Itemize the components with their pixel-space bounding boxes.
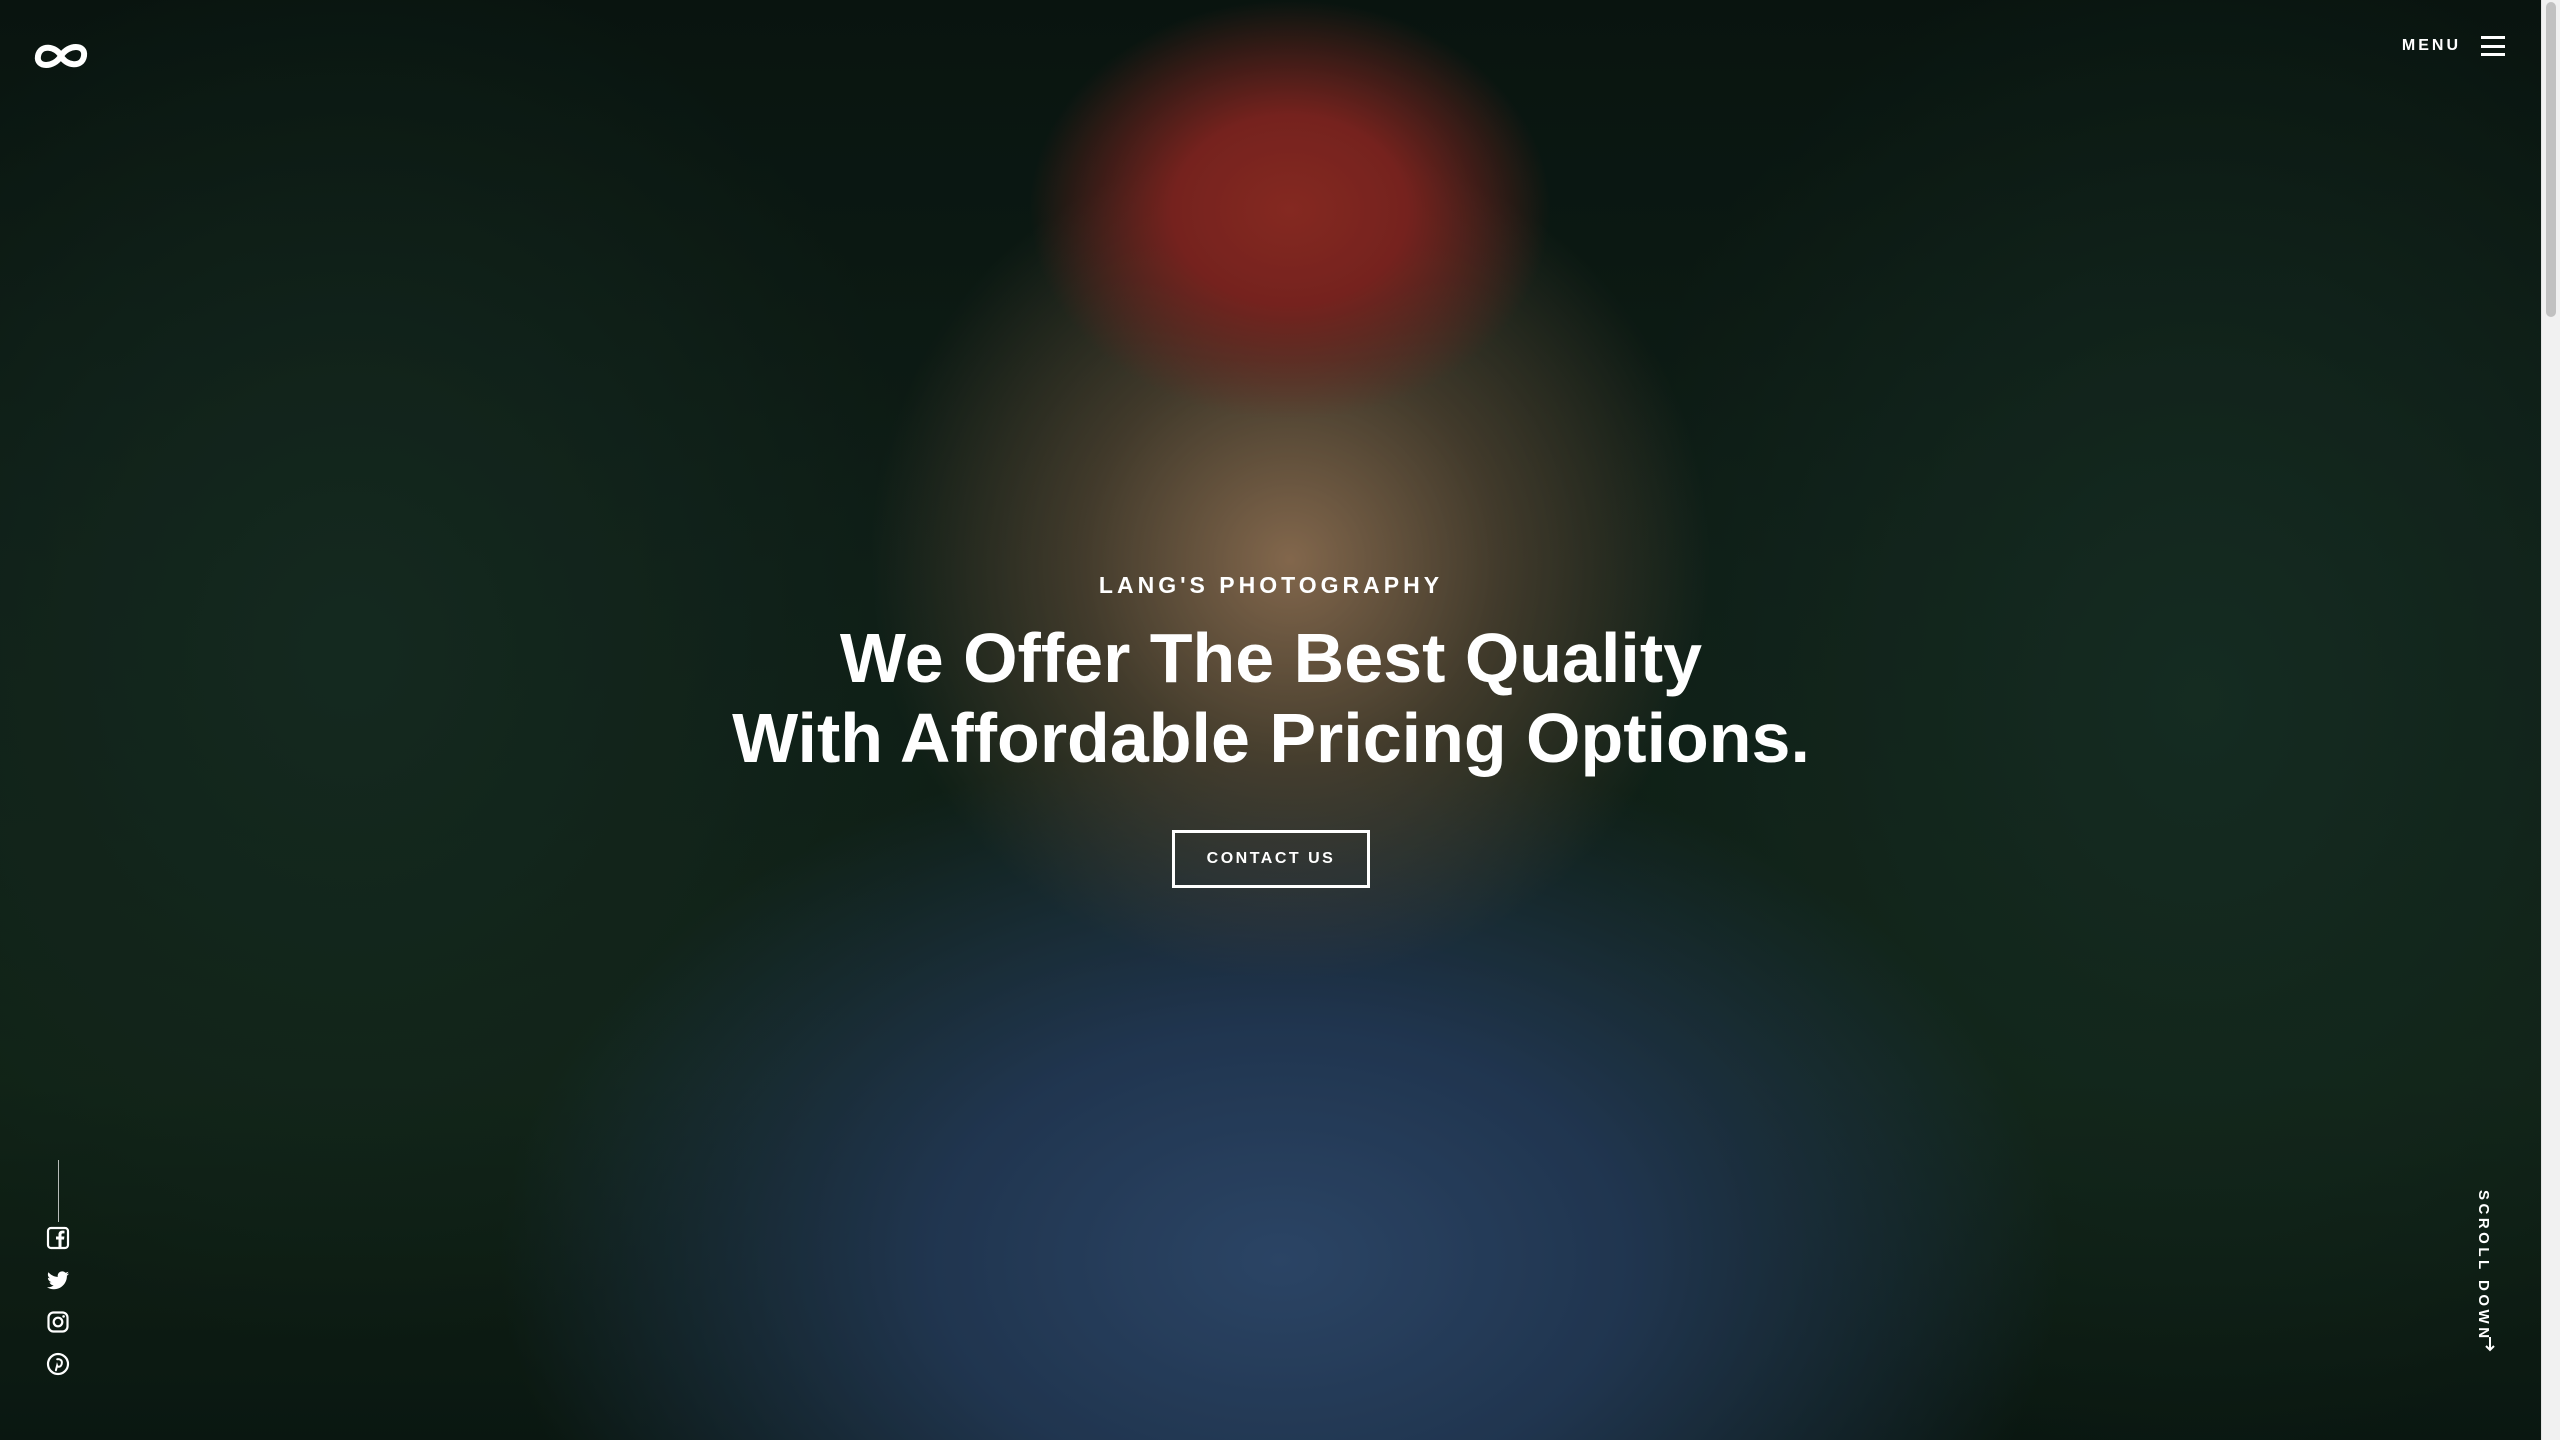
scroll-down-link[interactable]: SCROLL DOWN (2475, 1190, 2506, 1380)
social-divider (58, 1160, 59, 1222)
hero-headline-line-1: We Offer The Best Quality (839, 619, 1703, 697)
arrow-down-icon (2485, 1337, 2495, 1352)
contact-us-button[interactable]: CONTACT US (1171, 830, 1371, 888)
menu-button[interactable]: MENU (2402, 36, 2505, 56)
twitter-link[interactable] (46, 1268, 70, 1292)
pinterest-link[interactable] (46, 1352, 70, 1376)
instagram-link[interactable] (46, 1310, 70, 1334)
hero-headline-line-2: With Affordable Pricing Options. (732, 699, 1810, 777)
hero-headline: We Offer The Best Quality With Affordabl… (0, 618, 2542, 778)
hamburger-icon (2481, 36, 2505, 56)
facebook-link[interactable] (46, 1226, 70, 1250)
site-logo[interactable] (32, 38, 90, 74)
facebook-icon (46, 1226, 70, 1250)
hero-kicker: LANG'S PHOTOGRAPHY (1098, 572, 1444, 598)
hero-content: LANG'S PHOTOGRAPHY We Offer The Best Qua… (0, 568, 2542, 888)
pinterest-icon (46, 1352, 70, 1376)
menu-label: MENU (2401, 37, 2461, 54)
twitter-icon (47, 1271, 69, 1290)
scrollbar-thumb[interactable] (2546, 2, 2556, 317)
scroll-down-label: SCROLL DOWN (2475, 1190, 2492, 1342)
page: MENU LANG'S PHOTOGRAPHY We Offer The Bes… (0, 0, 2560, 1440)
instagram-icon (47, 1311, 69, 1333)
infinity-icon (34, 44, 88, 68)
page-scrollbar[interactable] (2541, 0, 2560, 1440)
